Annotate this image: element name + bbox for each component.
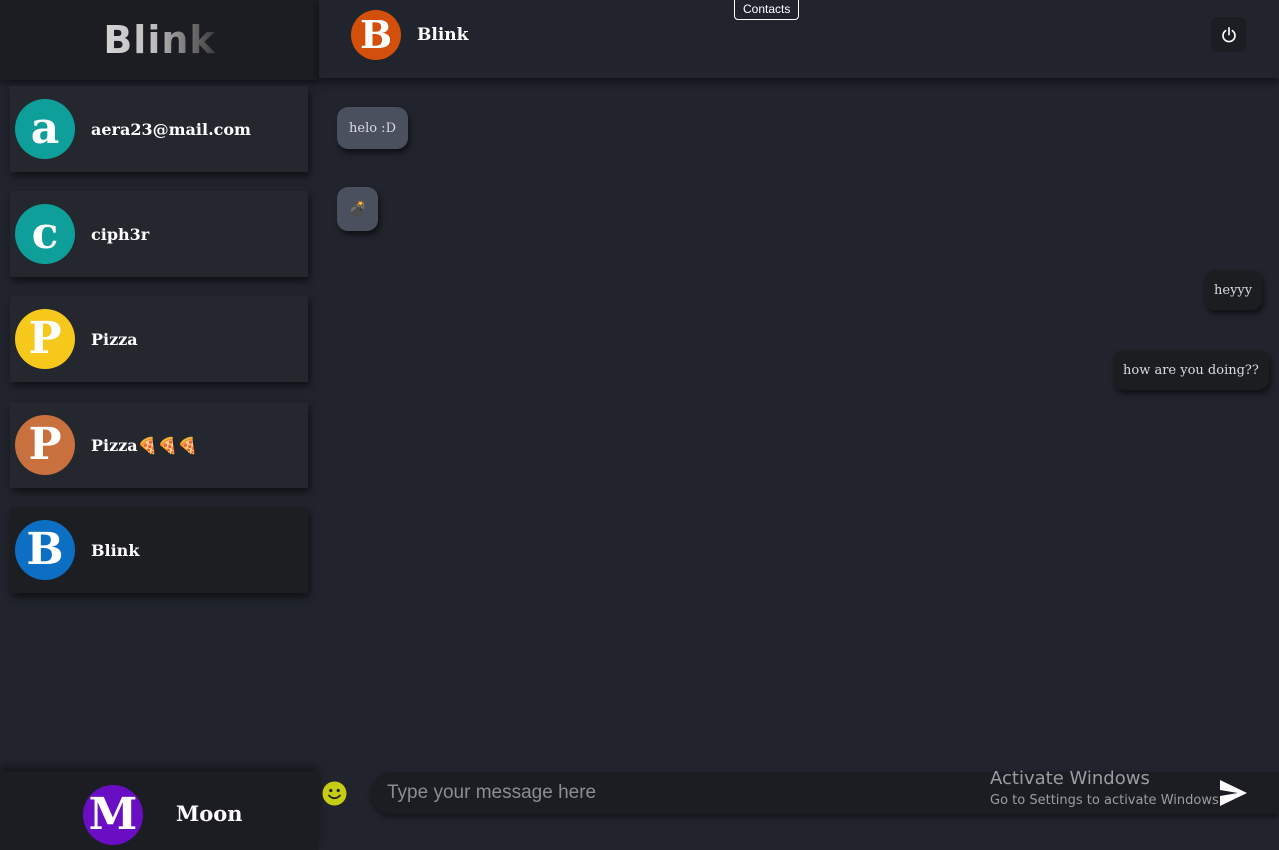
contact-item-aera23[interactable]: a aera23@mail.com: [10, 86, 308, 172]
sidebar: Blink a aera23@mail.com c ciph3r P Pizza…: [0, 0, 319, 850]
emoji-button[interactable]: [322, 781, 347, 806]
power-icon: [1221, 26, 1236, 42]
contact-item-pizza-emoji[interactable]: P Pizza🍕🍕🍕: [10, 402, 308, 488]
send-icon: [1220, 780, 1247, 806]
current-user-panel: M Moon: [0, 772, 319, 850]
current-user-avatar: M: [83, 785, 143, 845]
chat-title: Blink: [417, 25, 469, 45]
message-bubble-incoming: 💣: [337, 187, 378, 231]
message-text: helo :D: [349, 120, 396, 136]
brand-logo: Blink: [103, 18, 216, 62]
windows-activation-watermark: Activate Windows Go to Settings to activ…: [990, 768, 1223, 812]
message-text: heyyy: [1214, 282, 1253, 298]
contact-avatar: B: [15, 520, 75, 580]
watermark-subtitle: Go to Settings to activate Windows.: [990, 793, 1223, 808]
chat-avatar: B: [351, 10, 401, 60]
message-bubble-outgoing: heyyy: [1204, 270, 1263, 310]
watermark-title: Activate Windows: [990, 768, 1150, 789]
contact-item-ciph3r[interactable]: c ciph3r: [10, 191, 308, 277]
contact-avatar: c: [15, 204, 75, 264]
send-button[interactable]: [1218, 778, 1249, 808]
contact-name: Pizza🍕🍕🍕: [91, 435, 198, 455]
contact-name: Blink: [91, 540, 140, 560]
contact-avatar: P: [15, 415, 75, 475]
contact-name: aera23@mail.com: [91, 119, 251, 139]
contact-avatar: a: [15, 99, 75, 159]
brand-header: Blink: [0, 0, 319, 80]
contact-item-pizza[interactable]: P Pizza: [10, 296, 308, 382]
current-user-name: Moon: [176, 801, 243, 826]
contact-avatar: P: [15, 309, 75, 369]
logout-button[interactable]: [1211, 17, 1246, 52]
contacts-tab[interactable]: Contacts: [734, 0, 800, 20]
message-bubble-incoming: helo :D: [337, 107, 408, 149]
contact-item-blink[interactable]: B Blink: [10, 507, 308, 593]
contact-name: ciph3r: [91, 224, 150, 244]
smiley-icon: [322, 781, 347, 806]
message-text: how are you doing??: [1123, 362, 1259, 378]
message-text: 💣: [348, 200, 367, 218]
contact-name: Pizza: [91, 329, 138, 349]
message-bubble-outgoing: how are you doing??: [1113, 350, 1269, 390]
